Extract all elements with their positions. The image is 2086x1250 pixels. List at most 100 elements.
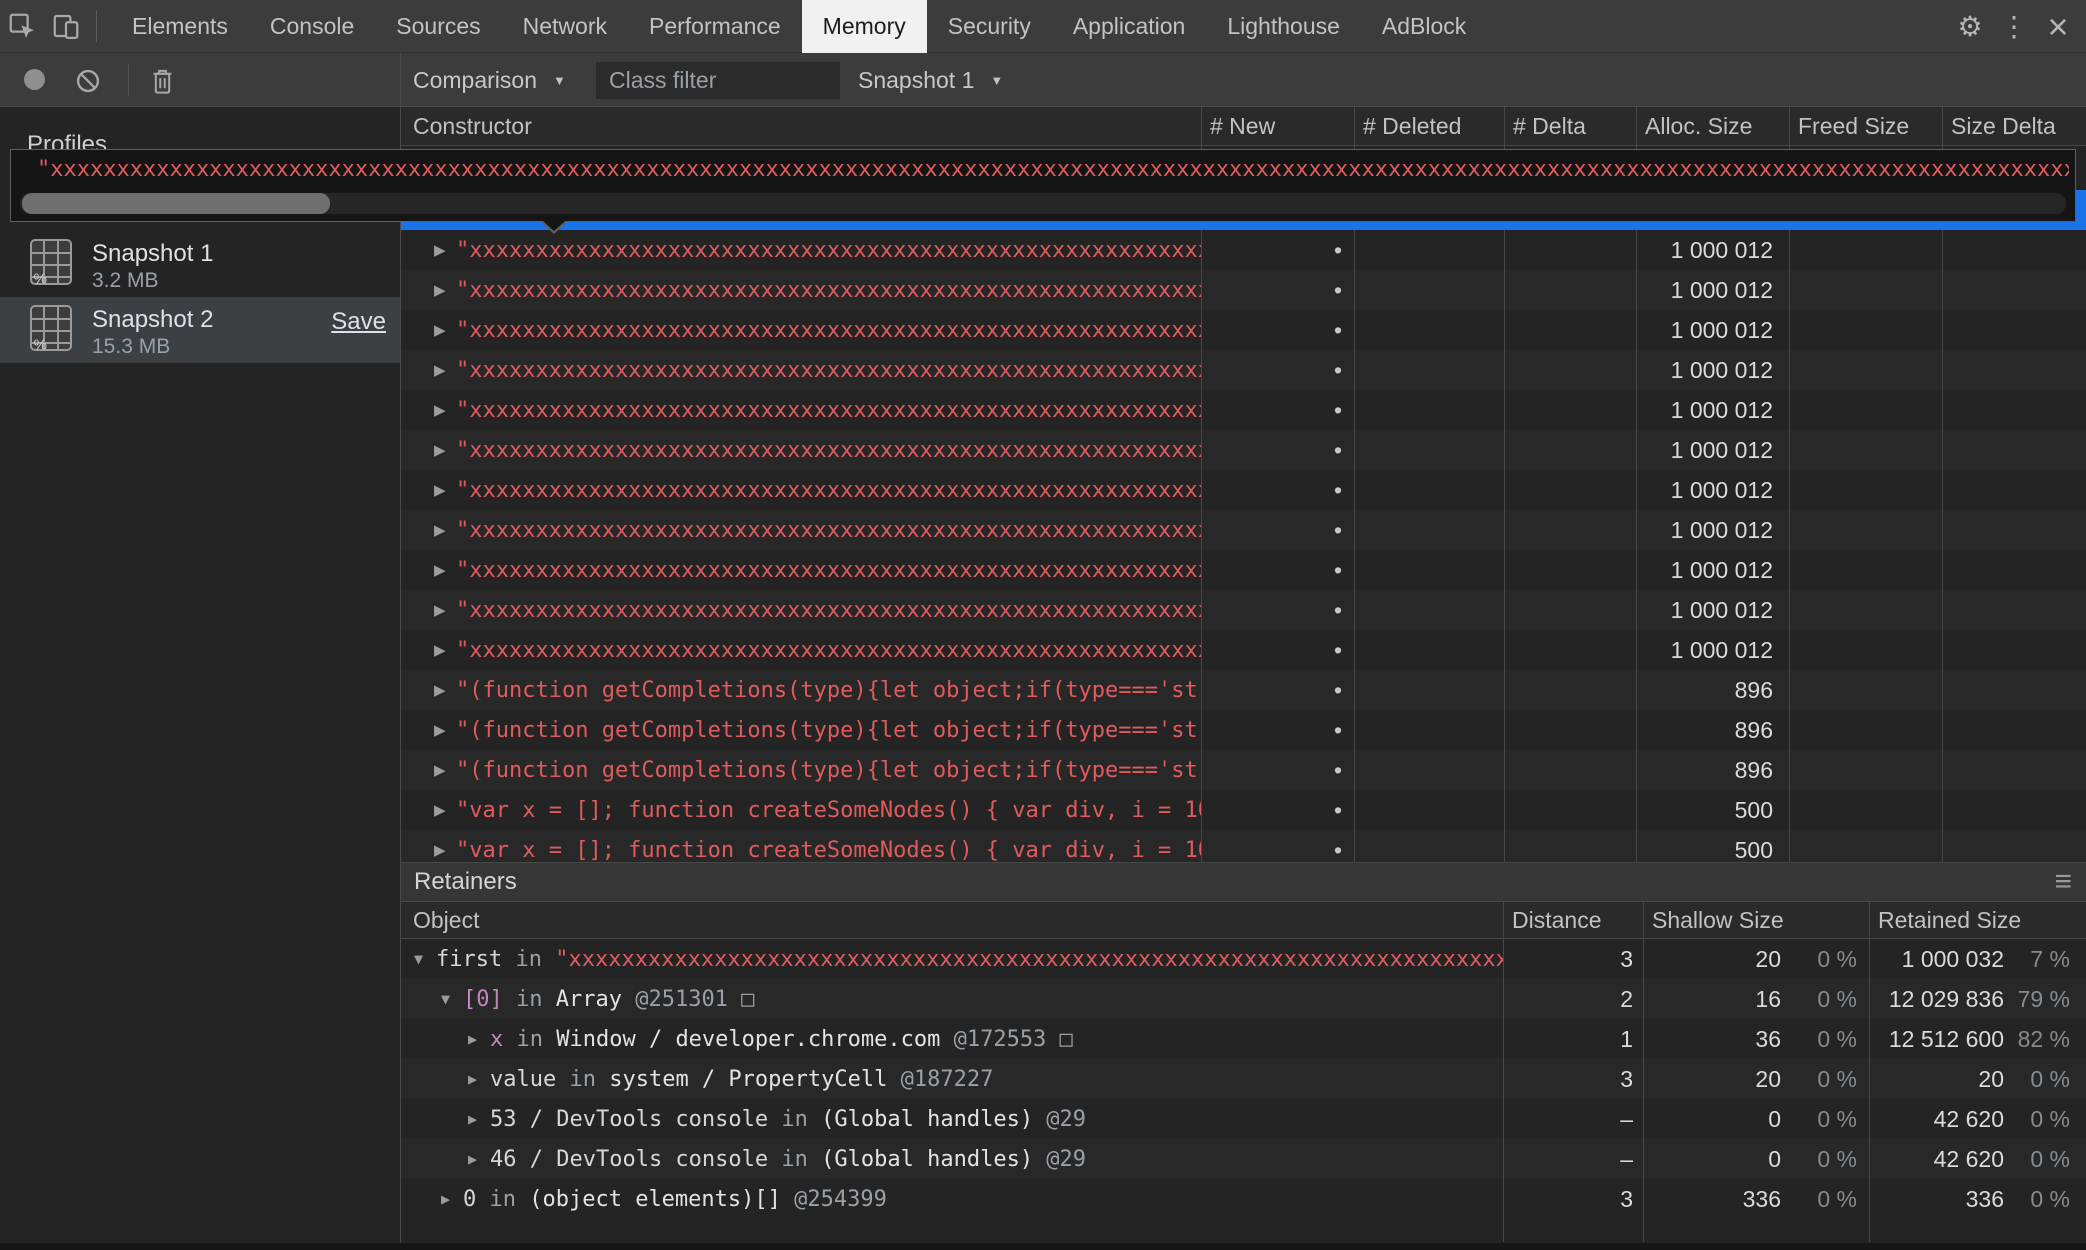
tab-sources[interactable]: Sources — [375, 0, 501, 53]
cell-shallow-size: 360 % — [1643, 1019, 1869, 1059]
profile-item-1[interactable]: %Snapshot 13.2 MB — [0, 231, 400, 293]
perspective-select[interactable]: Comparison ▼ — [413, 53, 566, 107]
record-heap-snapshot-button[interactable] — [14, 59, 54, 99]
inspect-element-icon[interactable] — [0, 4, 44, 48]
profile-item-2[interactable]: %Snapshot 215.3 MBSave — [0, 297, 400, 363]
column-header-new[interactable]: # New — [1201, 107, 1354, 145]
close-devtools-icon[interactable]: × — [2036, 5, 2080, 49]
cell-alloc-size: 1 000 012 — [1636, 510, 1789, 550]
cell-alloc-size: 1 000 012 — [1636, 390, 1789, 430]
cell-freed-size — [1789, 790, 1942, 830]
column-header-constructor[interactable]: Constructor — [400, 107, 1201, 145]
expand-arrow-icon: ▶ — [434, 641, 456, 659]
column-header-object[interactable]: Object — [400, 902, 1503, 938]
cell-size-delta — [1942, 750, 2086, 790]
toolbar-separator — [128, 64, 129, 96]
profile-title: Snapshot 2 — [92, 306, 213, 334]
tab-lighthouse[interactable]: Lighthouse — [1206, 0, 1361, 53]
heap-grid-row[interactable]: ▶"xxxxxxxxxxxxxxxxxxxxxxxxxxxxxxxxxxxxxx… — [400, 590, 2086, 630]
tab-elements[interactable]: Elements — [111, 0, 249, 53]
column-header-freed-size[interactable]: Freed Size — [1789, 107, 1942, 145]
cell-alloc-size: 1 000 012 — [1636, 550, 1789, 590]
expand-arrow-icon: ▶ — [434, 321, 456, 339]
cell-alloc-size: 500 — [1636, 790, 1789, 830]
retained-value: 42 620 — [1934, 1146, 2004, 1173]
column-header-delta[interactable]: # Delta — [1504, 107, 1636, 145]
column-header-shallow-size[interactable]: Shallow Size — [1643, 902, 1869, 938]
constructor-string: "xxxxxxxxxxxxxxxxxxxxxxxxxxxxxxxxxxxxxxx… — [456, 438, 1201, 463]
heap-grid-row[interactable]: ▶"var x = []; function createSomeNodes()… — [400, 790, 2086, 830]
cell-freed-size — [1789, 510, 1942, 550]
constructor-string: "xxxxxxxxxxxxxxxxxxxxxxxxxxxxxxxxxxxxxxx… — [456, 398, 1201, 423]
retainer-row[interactable]: ▶x in Window / developer.chrome.com @172… — [400, 1019, 2086, 1059]
heap-grid-row[interactable]: ▶"xxxxxxxxxxxxxxxxxxxxxxxxxxxxxxxxxxxxxx… — [400, 510, 2086, 550]
more-options-icon[interactable]: ⋮ — [1992, 5, 2036, 49]
shallow-percent: 0 % — [1781, 1106, 1857, 1133]
record-icon — [24, 69, 45, 90]
shallow-value: 0 — [1768, 1106, 1781, 1133]
cell-size-delta — [1942, 630, 2086, 670]
new-count-dot: • — [1334, 637, 1342, 664]
constructor-string: "var x = []; function createSomeNodes() … — [456, 798, 1201, 823]
expand-arrow-icon: ▼ — [441, 990, 463, 1008]
retainers-titlebar: Retainers ≡ — [400, 862, 2086, 902]
heap-grid-row[interactable]: ▶"xxxxxxxxxxxxxxxxxxxxxxxxxxxxxxxxxxxxxx… — [400, 550, 2086, 590]
sidebar-divider[interactable] — [400, 53, 401, 1243]
heap-grid-row[interactable]: ▶"(function getCompletions(type){let obj… — [400, 750, 2086, 790]
object-text: in — [768, 1147, 821, 1172]
tab-memory[interactable]: Memory — [802, 0, 927, 53]
heap-grid-row[interactable]: ▶"var x = []; function createSomeNodes()… — [400, 830, 2086, 862]
cell-object: ▶value in system / PropertyCell @187227 — [400, 1059, 1503, 1099]
heap-grid-row[interactable]: ▶"(function getCompletions(type){let obj… — [400, 710, 2086, 750]
retained-value: 20 — [1978, 1066, 2004, 1093]
retainer-row[interactable]: ▶0 in (object elements)[] @25439933360 %… — [400, 1179, 2086, 1219]
heap-grid-row[interactable]: ▶"(function getCompletions(type){let obj… — [400, 670, 2086, 710]
column-header-retained-size[interactable]: Retained Size — [1869, 902, 2086, 938]
cell-shallow-size: 00 % — [1643, 1139, 1869, 1179]
clear-profiles-icon[interactable] — [66, 59, 110, 103]
tab-console[interactable]: Console — [249, 0, 375, 53]
tooltip-scrollbar-thumb[interactable] — [22, 193, 330, 214]
heap-grid-row[interactable]: ▶"xxxxxxxxxxxxxxxxxxxxxxxxxxxxxxxxxxxxxx… — [400, 630, 2086, 670]
tab-application[interactable]: Application — [1052, 0, 1207, 53]
retainer-row[interactable]: ▶value in system / PropertyCell @1872273… — [400, 1059, 2086, 1099]
tab-network[interactable]: Network — [502, 0, 628, 53]
tab-performance[interactable]: Performance — [628, 0, 802, 53]
delete-profile-icon[interactable] — [140, 59, 184, 103]
column-header-distance[interactable]: Distance — [1503, 902, 1643, 938]
heap-grid-row[interactable]: ▶"xxxxxxxxxxxxxxxxxxxxxxxxxxxxxxxxxxxxxx… — [400, 350, 2086, 390]
column-header-size-delta[interactable]: Size Delta — [1942, 107, 2086, 145]
heap-grid-row[interactable]: ▶"xxxxxxxxxxxxxxxxxxxxxxxxxxxxxxxxxxxxxx… — [400, 270, 2086, 310]
toggle-device-toolbar-icon[interactable] — [44, 4, 88, 48]
column-header-deleted[interactable]: # Deleted — [1354, 107, 1504, 145]
heap-grid-row[interactable]: ▶"xxxxxxxxxxxxxxxxxxxxxxxxxxxxxxxxxxxxxx… — [400, 390, 2086, 430]
cell-freed-size — [1789, 630, 1942, 670]
menu-icon[interactable]: ≡ — [2054, 865, 2072, 899]
cell-freed-size — [1789, 350, 1942, 390]
cell-deleted — [1354, 310, 1504, 350]
tab-adblock[interactable]: AdBlock — [1361, 0, 1487, 53]
heap-grid-row[interactable]: ▶"xxxxxxxxxxxxxxxxxxxxxxxxxxxxxxxxxxxxxx… — [400, 470, 2086, 510]
expand-arrow-icon: ▶ — [434, 721, 456, 739]
save-link[interactable]: Save — [331, 308, 386, 336]
heap-grid-row[interactable]: ▶"xxxxxxxxxxxxxxxxxxxxxxxxxxxxxxxxxxxxxx… — [400, 430, 2086, 470]
retainer-row[interactable]: ▶46 / DevTools console in (Global handle… — [400, 1139, 2086, 1179]
heap-grid-row[interactable]: ▶"xxxxxxxxxxxxxxxxxxxxxxxxxxxxxxxxxxxxxx… — [400, 310, 2086, 350]
tab-security[interactable]: Security — [927, 0, 1052, 53]
expand-arrow-icon: ▼ — [414, 950, 436, 968]
retainer-row[interactable]: ▶53 / DevTools console in (Global handle… — [400, 1099, 2086, 1139]
cell-constructor: ▶"xxxxxxxxxxxxxxxxxxxxxxxxxxxxxxxxxxxxxx… — [400, 230, 1201, 270]
class-filter-input[interactable] — [596, 62, 840, 99]
heap-grid-rows: ▶ "xxxxxxxxxxxxxxxxxxxxxxxxxxxxxxxxxxxxxx… — [400, 146, 2086, 862]
settings-gear-icon[interactable]: ⚙ — [1948, 5, 1992, 49]
cell-delta — [1504, 670, 1636, 710]
retainer-row[interactable]: ▼[0] in Array @251301 □2160 %12 029 8367… — [400, 979, 2086, 1019]
object-text: @187227 — [887, 1067, 993, 1092]
retainer-row[interactable]: ▼first in "xxxxxxxxxxxxxxxxxxxxxxxxxxxxx… — [400, 939, 2086, 979]
column-header-alloc-size[interactable]: Alloc. Size — [1636, 107, 1789, 145]
cell-deleted — [1354, 470, 1504, 510]
heap-grid-row[interactable]: ▶"xxxxxxxxxxxxxxxxxxxxxxxxxxxxxxxxxxxxxx… — [400, 230, 2086, 270]
new-count-dot: • — [1334, 757, 1342, 784]
cell-size-delta — [1942, 510, 2086, 550]
base-snapshot-select[interactable]: Snapshot 1 ▼ — [858, 53, 1003, 107]
